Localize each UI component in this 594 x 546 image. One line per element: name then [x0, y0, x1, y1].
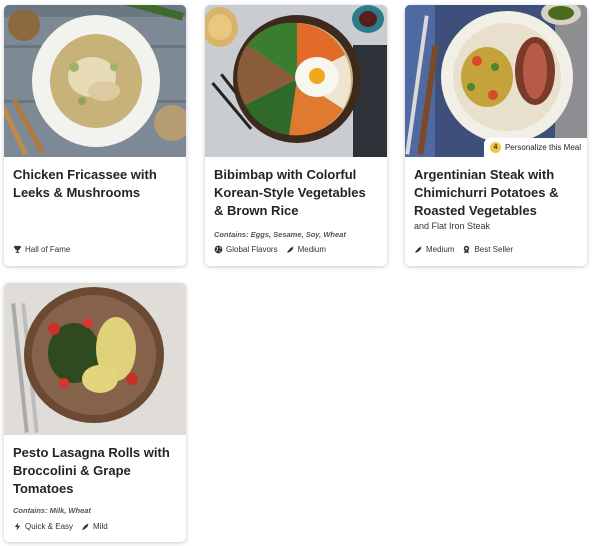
tag-spice-medium: Medium [414, 245, 454, 254]
meal-photo [4, 283, 186, 435]
tag-label: Hall of Fame [25, 245, 71, 254]
ribbon-icon [462, 245, 471, 254]
chili-icon [286, 245, 295, 254]
trophy-icon [13, 245, 22, 254]
tag-hall-of-fame: Hall of Fame [13, 245, 70, 254]
meal-card-bibimbap[interactable]: Bibimbap with Colorful Korean-Style Vege… [205, 5, 387, 266]
meal-photo: 4 Personalize this Meal [405, 5, 587, 157]
meal-title: Bibimbap with Colorful Korean-Style Vege… [214, 167, 366, 218]
tag-label: Best Seller [474, 245, 514, 254]
tag-global-flavors: Global Flavors [214, 245, 278, 254]
personalize-count-badge: 4 [489, 142, 501, 153]
tag-spice-medium: Medium [286, 245, 326, 254]
meal-tags: Quick & Easy Mild [13, 522, 108, 531]
meal-tags: Medium Best Seller [414, 245, 513, 254]
meal-card-pesto-lasagna-rolls[interactable]: Pesto Lasagna Rolls with Broccolini & Gr… [4, 283, 186, 542]
globe-icon [214, 245, 223, 254]
tag-spice-mild: Mild [81, 522, 108, 531]
meal-photo [205, 5, 387, 157]
lightning-icon [13, 522, 22, 531]
tag-label: Quick & Easy [25, 522, 74, 531]
tag-quick-easy: Quick & Easy [13, 522, 73, 531]
meal-title: Pesto Lasagna Rolls with Broccolini & Gr… [13, 445, 170, 496]
meal-card-chicken-fricassee[interactable]: Chicken Fricassee with Leeks & Mushrooms… [4, 5, 186, 266]
personalize-meal-button[interactable]: 4 Personalize this Meal [483, 138, 587, 157]
allergens-text: Contains: Eggs, Sesame, Soy, Wheat [214, 230, 346, 239]
chili-icon [81, 522, 90, 531]
meal-title: Argentinian Steak with Chimichurri Potat… [414, 167, 559, 218]
personalize-label: Personalize this Meal [504, 143, 581, 152]
allergens-text: Contains: Milk, Wheat [13, 506, 91, 515]
meal-tags: Global Flavors Medium [214, 245, 326, 254]
meal-tags: Hall of Fame [13, 245, 70, 254]
meal-card-argentinian-steak[interactable]: 4 Personalize this Meal Argentinian Stea… [405, 5, 587, 266]
tag-label: Medium [426, 245, 455, 254]
tag-label: Medium [297, 245, 327, 254]
tag-label: Mild [93, 522, 108, 531]
meal-photo [4, 5, 186, 157]
meal-title: Chicken Fricassee with Leeks & Mushrooms [13, 167, 157, 200]
meal-subtitle: and Flat Iron Steak [414, 221, 491, 231]
chili-icon [414, 245, 423, 254]
tag-best-seller: Best Seller [462, 245, 513, 254]
tag-label: Global Flavors [226, 245, 278, 254]
